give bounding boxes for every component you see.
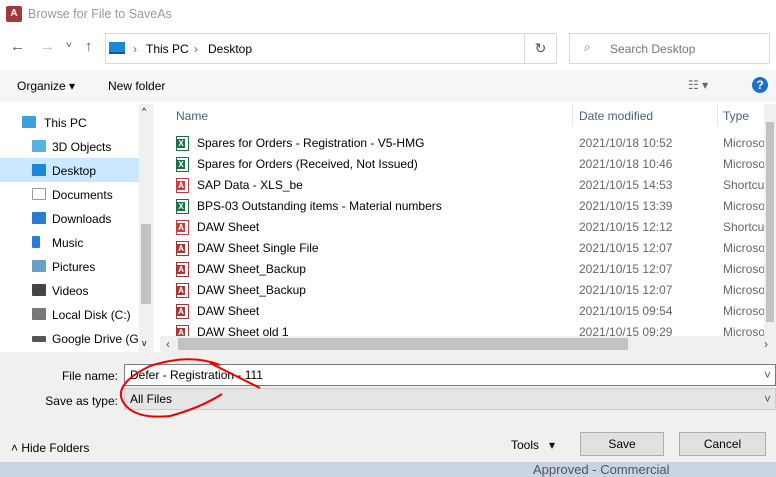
- file-name: Spares for Orders - Registration - V5-HM…: [197, 136, 425, 150]
- save-as-type-label: Save as type:: [45, 394, 118, 408]
- shortcut-file-icon: A: [176, 220, 189, 235]
- access-file-icon: A: [176, 283, 189, 298]
- refresh-button[interactable]: ↻: [524, 33, 557, 64]
- file-date: 2021/10/18 10:46: [579, 157, 673, 171]
- file-name: DAW Sheet_Backup: [197, 283, 306, 297]
- breadcrumb-this-pc[interactable]: This PC: [146, 42, 189, 56]
- address-bar[interactable]: › This PC › Desktop: [105, 33, 557, 64]
- file-name: DAW Sheet_Backup: [197, 262, 306, 276]
- access-file-icon: A: [176, 304, 189, 319]
- column-date-modified[interactable]: Date modified: [579, 109, 653, 123]
- column-type[interactable]: Type: [723, 109, 749, 123]
- back-icon[interactable]: ←: [10, 38, 25, 55]
- file-row[interactable]: A DAW Sheet Single File 2021/10/15 12:07…: [160, 238, 776, 259]
- file-date: 2021/10/15 09:54: [579, 304, 673, 318]
- file-row[interactable]: A DAW Sheet 2021/10/15 09:54 Microso: [160, 301, 776, 322]
- access-file-icon: A: [176, 241, 189, 256]
- file-type: Microso: [723, 283, 766, 297]
- sidebar-item-this-pc[interactable]: This PC: [0, 110, 140, 134]
- file-row[interactable]: A DAW Sheet_Backup 2021/10/15 12:07 Micr…: [160, 259, 776, 280]
- hide-folders-button[interactable]: ˄ Hide Folders: [11, 441, 89, 455]
- file-type: Microso: [723, 136, 766, 150]
- sidebar-scrollbar[interactable]: ^ v: [139, 104, 153, 352]
- save-button[interactable]: Save: [580, 432, 664, 456]
- file-date: 2021/10/15 14:53: [579, 178, 673, 192]
- file-date: 2021/10/15 12:07: [579, 283, 673, 297]
- view-options-icon[interactable]: ☷ ▾: [688, 78, 708, 92]
- file-name: DAW Sheet: [197, 220, 260, 234]
- file-row[interactable]: X Spares for Orders - Registration - V5-…: [160, 133, 776, 154]
- window-title: Browse for File to SaveAs: [28, 7, 172, 21]
- excel-file-icon: X: [176, 136, 189, 151]
- cancel-button[interactable]: Cancel: [679, 432, 766, 456]
- shortcut-file-icon: A: [176, 178, 189, 193]
- file-list-horizontal-scrollbar[interactable]: ‹ ›: [160, 336, 776, 352]
- file-name: BPS-03 Outstanding items - Material numb…: [197, 199, 442, 213]
- file-type: Microso: [723, 262, 766, 276]
- search-input[interactable]: ⌕ Search Desktop: [569, 33, 770, 64]
- access-icon: A: [6, 6, 22, 22]
- file-type: Shortcut: [723, 178, 768, 192]
- file-date: 2021/10/15 12:07: [579, 241, 673, 255]
- search-icon: ⌕: [584, 40, 591, 54]
- navigation-pane: This PC 3D Objects Desktop Documents Dow…: [0, 104, 153, 352]
- file-type: Microso: [723, 157, 766, 171]
- recent-chevron-icon[interactable]: ˅: [66, 40, 72, 51]
- file-type: Microso: [723, 241, 766, 255]
- title-bar: A Browse for File to SaveAs: [0, 0, 776, 30]
- file-row[interactable]: A SAP Data - XLS_be 2021/10/15 14:53 Sho…: [160, 175, 776, 196]
- sidebar-item-music[interactable]: Music: [0, 230, 140, 254]
- organize-button[interactable]: Organize ▾: [17, 79, 75, 93]
- sidebar-item-downloads[interactable]: Downloads: [0, 206, 140, 230]
- forward-icon[interactable]: →: [40, 38, 55, 55]
- file-row[interactable]: A DAW Sheet 2021/10/15 12:12 Shortcut: [160, 217, 776, 238]
- breadcrumb-desktop[interactable]: Desktop: [208, 42, 252, 56]
- sidebar-item-desktop[interactable]: Desktop: [0, 158, 140, 182]
- excel-file-icon: X: [176, 157, 189, 172]
- file-date: 2021/10/18 10:52: [579, 136, 673, 150]
- column-header: Name Date modified Type: [160, 104, 776, 126]
- file-name: DAW Sheet Single File: [197, 241, 319, 255]
- background-window: Approved - Commercial: [0, 462, 776, 477]
- file-list-vertical-scrollbar[interactable]: [764, 104, 776, 336]
- file-type: Microso: [723, 199, 766, 213]
- file-type: Microso: [723, 304, 766, 318]
- access-file-icon: A: [176, 262, 189, 277]
- sidebar-item-documents[interactable]: Documents: [0, 182, 140, 206]
- file-date: 2021/10/15 12:07: [579, 262, 673, 276]
- file-row[interactable]: A DAW Sheet_Backup 2021/10/15 12:07 Micr…: [160, 280, 776, 301]
- file-name: DAW Sheet: [197, 304, 260, 318]
- file-name-label: File name:: [61, 369, 118, 383]
- sidebar-item-google-drive[interactable]: Google Drive (G:): [0, 326, 140, 350]
- sidebar-item-videos[interactable]: Videos: [0, 278, 140, 302]
- file-row[interactable]: X BPS-03 Outstanding items - Material nu…: [160, 196, 776, 217]
- toolbar: Organize ▾ New folder ☷ ▾ ?: [0, 70, 776, 102]
- sidebar-item-local-disk[interactable]: Local Disk (C:): [0, 302, 140, 326]
- excel-file-icon: X: [176, 199, 189, 214]
- file-type: Shortcut: [723, 220, 768, 234]
- file-date: 2021/10/15 12:12: [579, 220, 673, 234]
- column-name[interactable]: Name: [176, 109, 208, 123]
- red-annotation-circle: [119, 358, 261, 418]
- file-date: 2021/10/15 13:39: [579, 199, 673, 213]
- new-folder-button[interactable]: New folder: [108, 79, 165, 93]
- sidebar-item-pictures[interactable]: Pictures: [0, 254, 140, 278]
- help-icon[interactable]: ?: [752, 77, 768, 93]
- up-icon[interactable]: ↑: [85, 38, 93, 55]
- tools-button[interactable]: Tools ▾: [511, 438, 555, 452]
- file-name: Spares for Orders (Received, Not Issued): [197, 157, 418, 171]
- file-row[interactable]: X Spares for Orders (Received, Not Issue…: [160, 154, 776, 175]
- pc-icon: [109, 42, 125, 54]
- file-name: SAP Data - XLS_be: [197, 178, 303, 192]
- sidebar-item-3d-objects[interactable]: 3D Objects: [0, 134, 140, 158]
